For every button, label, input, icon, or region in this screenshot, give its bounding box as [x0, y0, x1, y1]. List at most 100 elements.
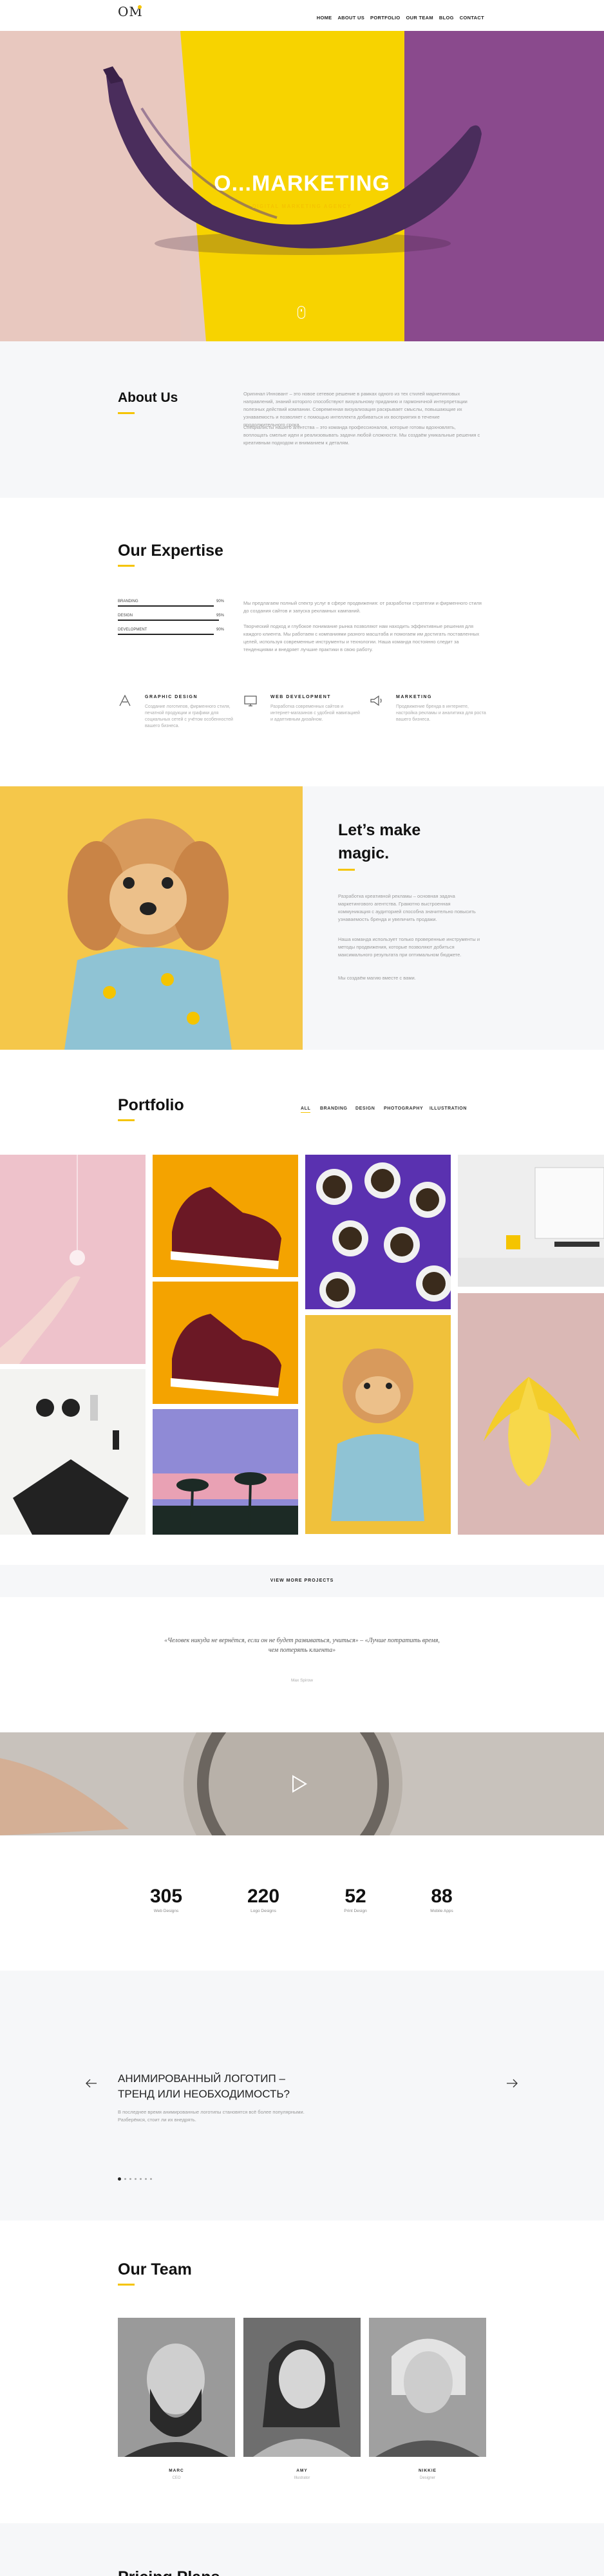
magic-title-line-1: Let’s make	[338, 821, 421, 839]
team-member-name: AMY	[296, 2468, 308, 2473]
counter-number: 88	[431, 1886, 453, 1907]
logo-accent-dot	[138, 5, 142, 9]
magic-paragraph-2: Наша команда использует только проверенн…	[338, 936, 480, 958]
skill-percent: 95%	[216, 614, 224, 618]
skill-design: DESIGN 95%	[118, 614, 224, 621]
service-text-web-development: Разработка современных сайтов и интернет…	[270, 705, 360, 722]
filter-design[interactable]: DESIGN	[355, 1106, 375, 1111]
quote-line-2: чем потерять клиента»	[268, 1647, 336, 1654]
counter-label: Print Design	[344, 1909, 367, 1913]
counter-number: 52	[344, 1886, 366, 1907]
team-member-name: NIKKIE	[418, 2468, 437, 2473]
portfolio-item-dog[interactable]	[305, 1315, 451, 1534]
portfolio-item-palms[interactable]	[153, 1409, 298, 1535]
magic-section: Let’s make magic. Разработка креативной …	[0, 786, 604, 1050]
quote-author: Max Spirow	[291, 1678, 313, 1683]
team-section: Our Team MARC CEO AMY Illustrator NIKKIE…	[0, 2221, 604, 2523]
about-paragraph-2: Специалисты нашего агентства – это коман…	[243, 424, 480, 446]
portfolio-item-hand[interactable]	[0, 1155, 146, 1364]
slider-dots	[118, 2177, 152, 2181]
service-text-graphic-design: Создание логотипов, фирменного стиля, пе…	[145, 705, 233, 728]
slider-dot[interactable]	[150, 2178, 152, 2180]
filter-photography[interactable]: PHOTOGRAPHY	[384, 1106, 423, 1111]
slide-text: В последнее время анимированные логотипы…	[118, 2109, 305, 2123]
counter-number: 305	[149, 1886, 183, 1907]
portfolio-item-cups[interactable]	[305, 1155, 451, 1309]
filter-branding[interactable]: BRANDING	[320, 1106, 348, 1111]
arrow-right-icon[interactable]	[506, 2079, 518, 2088]
site-header: OM HOME ABOUT US PORTFOLIO OUR TEAM BLOG…	[0, 0, 604, 31]
portfolio-item-accessories[interactable]	[0, 1369, 146, 1535]
nav-home[interactable]: HOME	[317, 15, 332, 21]
monitor-icon	[244, 696, 257, 706]
service-title-marketing: MARKETING	[396, 695, 432, 699]
quote-line-1: «Человек никуда не вернётся, если он не …	[164, 1637, 440, 1644]
counter-print-design: 52 Print Design	[320, 1886, 391, 1913]
filter-illustration[interactable]: ILLUSTRATION	[429, 1106, 467, 1111]
portfolio-title: Portfolio	[118, 1096, 184, 1114]
pricing-section: Pricing Plans	[0, 2523, 604, 2576]
team-member-role: Illustrator	[294, 2476, 310, 2480]
main-nav: HOME ABOUT US PORTFOLIO OUR TEAM BLOG CO…	[317, 15, 484, 21]
portfolio-item-sneaker-2[interactable]	[153, 1282, 298, 1404]
portfolio-title-underline	[118, 1119, 135, 1121]
nav-about-us[interactable]: ABOUT US	[337, 15, 364, 21]
slide-title-line-2[interactable]: ТРЕНД ИЛИ НЕОБХОДИМОСТЬ?	[118, 2087, 290, 2102]
team-member-photo-marc[interactable]	[118, 2318, 235, 2457]
skill-percent: 90%	[216, 600, 224, 603]
slider-dot-active[interactable]	[118, 2177, 121, 2181]
megaphone-icon	[370, 695, 382, 706]
team-member-role: Designer	[419, 2476, 435, 2480]
nav-blog[interactable]: BLOG	[439, 15, 454, 21]
portfolio-item-banana[interactable]	[458, 1293, 604, 1535]
slider-dot[interactable]	[145, 2178, 147, 2180]
expertise-paragraph-2: Творческий подход и глубокое понимание р…	[243, 623, 480, 652]
pen-tool-icon	[119, 694, 131, 706]
filter-all[interactable]: ALL	[301, 1106, 311, 1113]
slide-title-line-1[interactable]: АНИМИРОВАННЫЙ ЛОГОТИП –	[118, 2071, 285, 2087]
team-member-name: MARC	[169, 2468, 184, 2473]
slider-dot[interactable]	[135, 2178, 137, 2180]
skill-percent: 90%	[216, 628, 224, 632]
team-title: Our Team	[118, 2260, 192, 2278]
skill-bar	[118, 620, 219, 621]
team-member-photo-amy[interactable]	[243, 2318, 361, 2457]
counter-label: Mobile Apps	[430, 1909, 453, 1913]
about-paragraph-1: Оригинал Инновант – это новое сетевое ре…	[243, 391, 467, 428]
slider-dot[interactable]	[124, 2178, 126, 2180]
skill-bar	[118, 605, 214, 607]
slider-dot[interactable]	[129, 2178, 131, 2180]
about-title-underline	[118, 412, 135, 414]
nav-contact[interactable]: CONTACT	[460, 15, 484, 21]
hero-title: O...MARKETING	[214, 171, 390, 196]
nav-our-team[interactable]: OUR TEAM	[406, 15, 433, 21]
about-title: About Us	[118, 390, 178, 405]
scroll-down-icon[interactable]	[297, 306, 305, 319]
expertise-title: Our Expertise	[118, 542, 223, 560]
slider-dot[interactable]	[140, 2178, 142, 2180]
view-more-projects-button[interactable]: VIEW MORE PROJECTS	[0, 1565, 604, 1597]
portfolio-item-desk[interactable]	[458, 1155, 604, 1287]
counter-label: Web Designs	[153, 1909, 179, 1913]
expertise-section: Our Expertise BRANDING 90% DESIGN 95% DEVE…	[0, 498, 604, 786]
hero-section: O...MARKETING DIGITAL MARKETING AGENCY	[0, 31, 604, 341]
magic-paragraph-3: Мы создаём магию вместе с вами.	[338, 975, 416, 981]
team-title-underline	[118, 2284, 135, 2286]
team-member-photo-nikkie[interactable]	[369, 2318, 486, 2457]
nav-portfolio[interactable]: PORTFOLIO	[370, 15, 400, 21]
counter-web-designs: 305 Web Designs	[131, 1886, 202, 1913]
service-title-graphic-design: GRAPHIC DESIGN	[145, 695, 198, 699]
video-section	[0, 1732, 604, 1835]
skill-label: DESIGN	[118, 614, 133, 618]
expertise-paragraph-1: Мы предлагаем полный спектр услуг в сфер…	[243, 600, 482, 614]
portfolio-item-sneaker-1[interactable]	[153, 1155, 298, 1277]
magic-title-underline	[338, 869, 355, 871]
skill-label: BRANDING	[118, 600, 138, 603]
play-icon[interactable]	[291, 1775, 308, 1793]
arrow-left-icon[interactable]	[86, 2079, 97, 2088]
hero-subtitle: DIGITAL MARKETING AGENCY	[252, 204, 352, 209]
magic-title-line-2: magic.	[338, 844, 390, 862]
counter-mobile-apps: 88 Mobile Apps	[406, 1886, 477, 1913]
skill-development: DEVELOPMENT 90%	[118, 628, 224, 635]
dog-photo	[0, 786, 303, 1050]
